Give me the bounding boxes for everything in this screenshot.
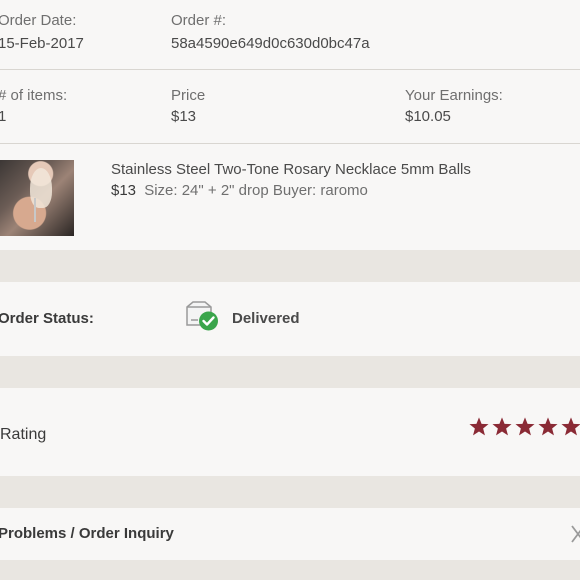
items-count-value: 1 bbox=[0, 108, 7, 125]
order-date-label: Order Date: bbox=[0, 12, 77, 29]
star-icon bbox=[561, 417, 580, 436]
star-icon bbox=[469, 417, 489, 436]
star-icon bbox=[492, 417, 512, 436]
rating-label: Rating bbox=[0, 426, 47, 443]
close-icon[interactable] bbox=[570, 522, 580, 546]
earnings-value: $10.05 bbox=[405, 108, 451, 125]
order-status-card: Order Status: Delivered bbox=[0, 282, 580, 356]
divider bbox=[0, 143, 580, 144]
divider bbox=[0, 69, 580, 70]
order-inquiry-row[interactable]: Problems / Order Inquiry bbox=[0, 508, 580, 560]
earnings-label: Your Earnings: bbox=[405, 87, 503, 104]
product-title[interactable]: Stainless Steel Two-Tone Rosary Necklace… bbox=[111, 161, 471, 178]
order-date-value: 15-Feb-2017 bbox=[0, 35, 84, 52]
order-status-label: Order Status: bbox=[0, 310, 94, 327]
star-icon bbox=[515, 417, 535, 436]
star-icon bbox=[538, 417, 558, 436]
price-label: Price bbox=[171, 87, 206, 104]
order-inquiry-label: Problems / Order Inquiry bbox=[0, 525, 174, 542]
price-value: $13 bbox=[171, 108, 197, 125]
order-number-label: Order #: bbox=[171, 12, 227, 29]
order-status-value: Delivered bbox=[232, 310, 300, 327]
product-details: Size: 24" + 2" drop Buyer: raromo bbox=[144, 182, 368, 199]
items-count-label: # of items: bbox=[0, 87, 68, 104]
order-details-card: Order Date: 15-Feb-2017 Order #: 58a4590… bbox=[0, 0, 580, 250]
order-number-value: 58a4590e649d0c630d0bc47a bbox=[171, 35, 370, 52]
product-thumbnail[interactable] bbox=[0, 160, 74, 236]
product-meta: $13 Size: 24" + 2" drop Buyer: raromo bbox=[111, 182, 368, 199]
delivered-box-check-icon bbox=[186, 301, 218, 331]
product-price: $13 bbox=[111, 182, 137, 199]
rating-card: Rating bbox=[0, 388, 580, 476]
